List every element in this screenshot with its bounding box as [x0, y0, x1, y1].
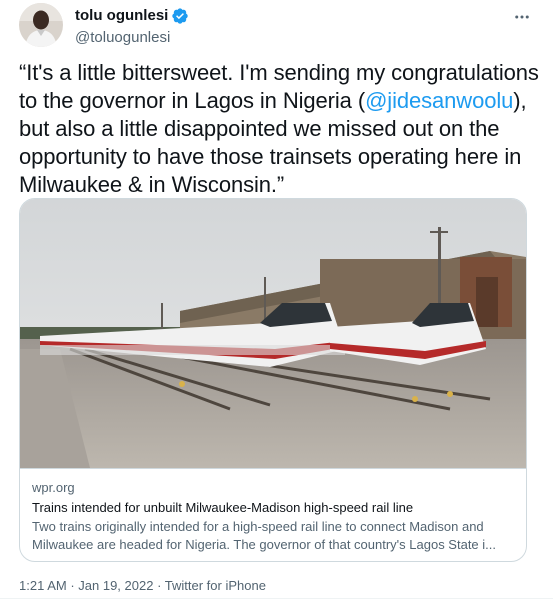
verified-badge-icon	[171, 7, 189, 25]
meta-separator: ·	[153, 578, 165, 593]
tweet-text: “It's a little bittersweet. I'm sending …	[19, 59, 539, 199]
meta-separator: ·	[66, 578, 79, 593]
more-options-icon	[515, 15, 529, 19]
card-description: Two trains originally intended for a hig…	[32, 519, 497, 552]
tweet: tolu ogunlesi @toluogunlesi “It's a litt…	[0, 0, 553, 599]
author-handle[interactable]: @toluogunlesi	[75, 28, 189, 48]
tweet-time[interactable]: 1:21 AM	[19, 578, 67, 593]
tweet-date[interactable]: Jan 19, 2022	[78, 578, 153, 593]
card-image[interactable]	[20, 199, 526, 468]
author-name-row: tolu ogunlesi	[75, 6, 189, 26]
tweet-source: Twitter for iPhone	[164, 578, 266, 593]
link-card[interactable]: wpr.org Trains intended for unbuilt Milw…	[19, 198, 527, 562]
mention-link[interactable]: @jidesanwoolu	[365, 88, 513, 113]
card-domain: wpr.org	[32, 480, 75, 495]
author-name[interactable]: tolu ogunlesi	[75, 6, 168, 26]
more-options-button[interactable]	[511, 6, 533, 28]
tweet-meta: 1:21 AM · Jan 19, 2022 · Twitter for iPh…	[19, 578, 266, 594]
card-title: Trains intended for unbuilt Milwaukee-Ma…	[32, 500, 414, 515]
card-divider	[20, 468, 526, 469]
author-info: tolu ogunlesi @toluogunlesi	[75, 6, 189, 48]
avatar[interactable]	[19, 3, 63, 47]
